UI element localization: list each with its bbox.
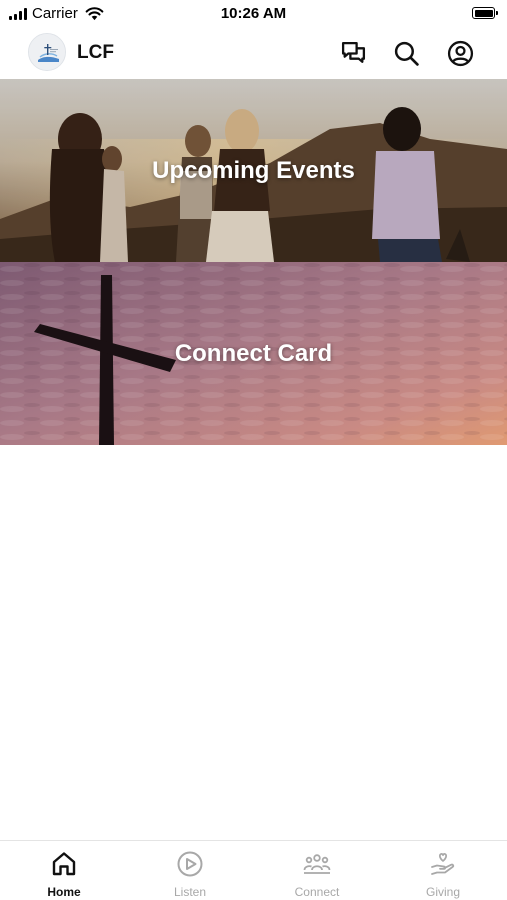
connect-card-label: Connect Card xyxy=(174,340,333,367)
account-icon xyxy=(447,40,473,66)
search-button[interactable] xyxy=(391,38,421,68)
tab-giving[interactable]: Giving xyxy=(380,841,506,900)
play-circle-icon xyxy=(177,851,203,877)
tab-listen[interactable]: Listen xyxy=(127,841,253,900)
app-header: LCF xyxy=(0,28,507,79)
church-logo-icon[interactable] xyxy=(28,33,66,71)
status-bar: Carrier 10:26 AM xyxy=(0,0,507,28)
upcoming-events-card[interactable]: Upcoming Events xyxy=(0,79,507,262)
app-screen: Carrier 10:26 AM LCF Upcoming Events Con… xyxy=(0,0,507,900)
tab-home[interactable]: Home xyxy=(1,841,127,900)
tab-bar: Home Listen Connect Giving xyxy=(0,840,507,900)
upcoming-events-label: Upcoming Events xyxy=(152,157,355,184)
search-icon xyxy=(394,41,419,66)
account-button[interactable] xyxy=(445,38,475,68)
tab-giving-label: Giving xyxy=(425,885,460,899)
giving-hand-icon xyxy=(431,853,455,875)
home-icon xyxy=(52,852,76,876)
tab-home-label: Home xyxy=(47,885,81,899)
clock-time: 10:26 AM xyxy=(220,5,287,22)
connect-card[interactable]: Connect Card xyxy=(0,262,507,445)
group-icon xyxy=(303,854,331,874)
tab-listen-label: Listen xyxy=(173,885,207,899)
chat-button[interactable] xyxy=(338,38,368,68)
battery-icon xyxy=(472,7,498,19)
chat-icon xyxy=(341,41,365,63)
app-title: LCF xyxy=(77,42,114,63)
tab-connect[interactable]: Connect xyxy=(254,841,380,900)
tab-connect-label: Connect xyxy=(294,885,340,899)
